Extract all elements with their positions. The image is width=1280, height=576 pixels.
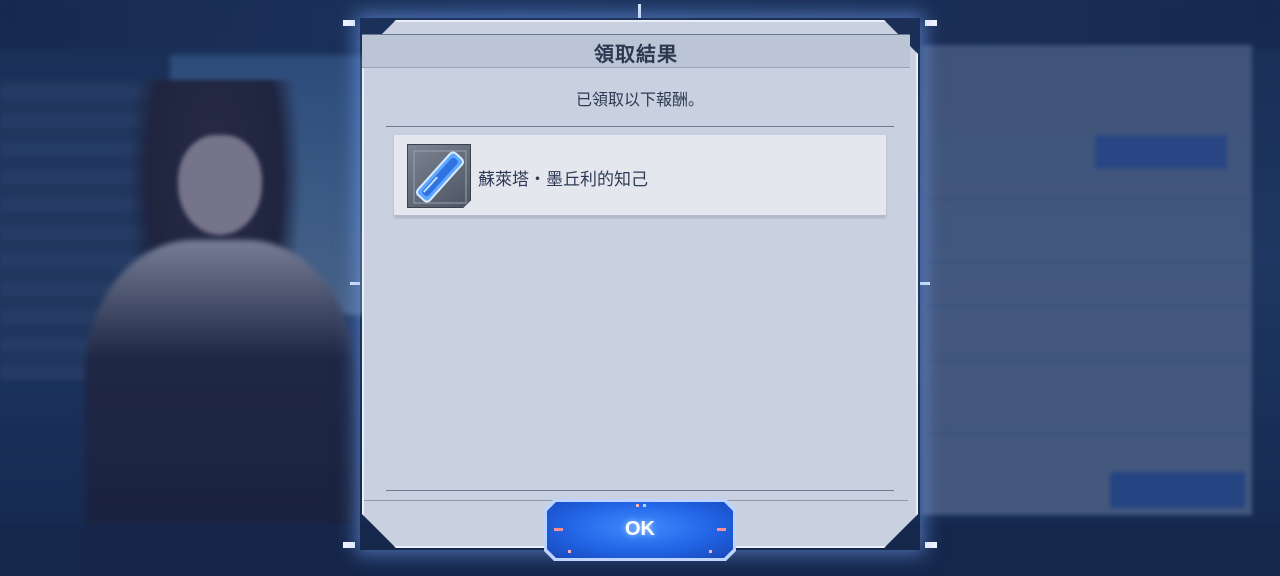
ok-button-accent (643, 504, 646, 507)
divider-bottom (386, 490, 894, 491)
ok-button-label: OK (625, 518, 655, 540)
divider-top (386, 126, 894, 127)
dialog-title: 領取結果 (594, 42, 678, 66)
reward-item-name: 蘇萊塔・墨丘利的知己 (478, 170, 648, 190)
ok-button-accent (636, 504, 639, 507)
reward-result-dialog: 領取結果 已領取以下報酬。 蘇萊塔・墨丘利的知己 (356, 14, 924, 554)
reward-list-item[interactable]: 蘇萊塔・墨丘利的知己 (394, 135, 886, 217)
frame-corner-mark (925, 542, 937, 548)
frame-corner-mark (343, 542, 355, 548)
dialog-subtitle: 已領取以下報酬。 (575, 90, 704, 109)
frame-corner-mark (925, 20, 937, 26)
dialog-header: 領取結果 (362, 34, 910, 68)
ok-button[interactable]: OK (544, 499, 736, 561)
frame-corner-mark (343, 20, 355, 26)
ok-button-accent (709, 550, 712, 553)
ok-button-accent (568, 550, 571, 553)
blue-card-item-icon (407, 144, 471, 208)
